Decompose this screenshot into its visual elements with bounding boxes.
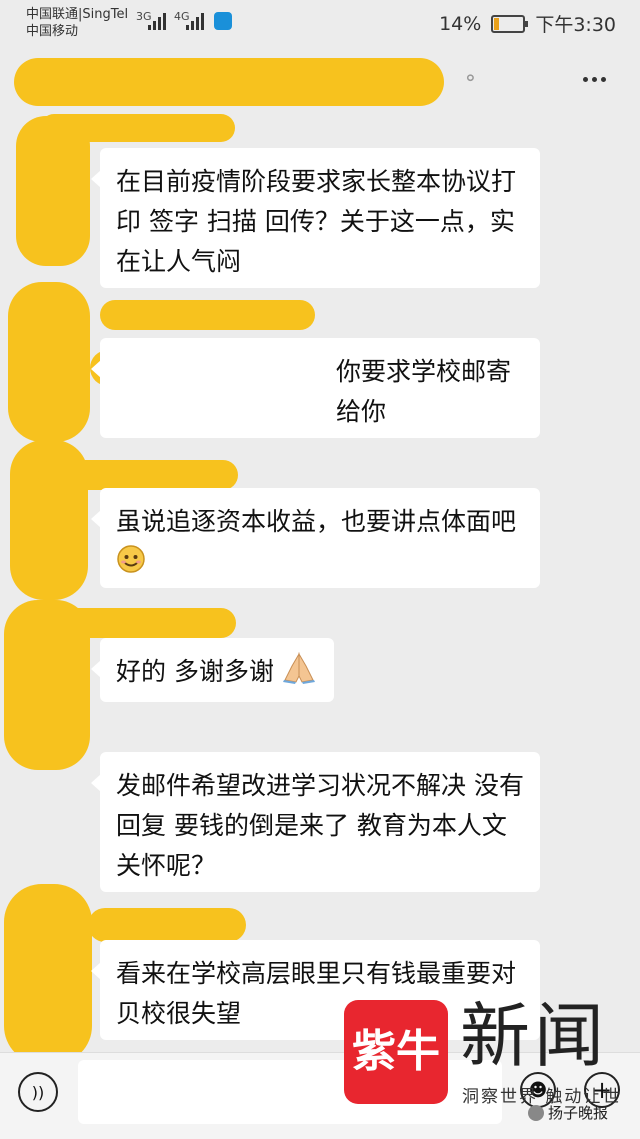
voice-button[interactable]: )) [18, 1072, 58, 1112]
watermark-logo: 紫牛 [344, 1000, 448, 1104]
signal-bars-1-icon [148, 12, 170, 30]
redaction-avatar-2 [8, 282, 90, 442]
watermark-source-label: 扬子晚报 [548, 1104, 609, 1122]
wechat-icon [528, 1104, 544, 1121]
folded-hands-emoji-icon [282, 652, 316, 696]
redaction-title [14, 58, 444, 106]
carrier-info: 中国联通|SingTel 中国移动 [26, 6, 128, 40]
message-bubble[interactable]: 虽说追逐资本收益，也要讲点体面吧 [91, 488, 540, 588]
message-text: 看来在学校高层眼里只有钱最重要对贝校很失望 [116, 959, 517, 1028]
redaction-name-4 [40, 608, 236, 638]
message-text: 在目前疫情阶段要求家长整本协议打印 签字 扫描 回传？关于这一点，实在让人气闷 [116, 167, 517, 276]
status-right: 14% 下午3:30 [439, 10, 616, 37]
message-text: 发邮件希望改进学习状况不解决 没有回复 要钱的倒是来了 教育为本人文关怀呢？ [116, 771, 524, 880]
smiling-face-emoji-icon [116, 544, 146, 586]
message-bubble[interactable]: 你要求学校邮寄给你 [91, 338, 540, 438]
voice-icon: )) [31, 1082, 45, 1102]
message-bubble[interactable]: 发邮件希望改进学习状况不解决 没有回复 要钱的倒是来了 教育为本人文关怀呢？ [91, 752, 540, 892]
more-button[interactable] [574, 64, 614, 94]
redaction-name-2 [100, 300, 315, 330]
battery-percent: 14% [439, 12, 482, 35]
clock: 下午3:30 [535, 14, 616, 36]
status-bar: 中国联通|SingTel 中国移动 3G 4G 14% 下午3:30 [0, 0, 640, 50]
message-bubble[interactable]: 好的 多谢多谢 [91, 638, 334, 702]
redaction-name-5 [88, 908, 246, 942]
redaction-name-1 [40, 114, 235, 142]
message-text: 好的 多谢多谢 [116, 657, 274, 686]
message-text: 虽说追逐资本收益，也要讲点体面吧 [116, 507, 517, 536]
redaction-avatar-5 [4, 884, 92, 1064]
signal-bars-2-icon [186, 12, 208, 30]
carrier-2: 中国移动 [26, 24, 79, 39]
shield-icon [214, 12, 232, 30]
watermark-title: 新闻 [460, 995, 608, 1077]
watermark-source: 扬子晚报 [528, 1102, 608, 1123]
carrier-1: 中国联通|SingTel [26, 7, 129, 22]
message-text: 你要求学校邮寄给你 [336, 357, 512, 426]
ear-icon: ⚬ [462, 66, 479, 90]
battery-icon [491, 14, 529, 33]
redaction-name-3 [38, 460, 238, 490]
message-bubble[interactable]: 在目前疫情阶段要求家长整本协议打印 签字 扫描 回传？关于这一点，实在让人气闷 [91, 148, 540, 288]
